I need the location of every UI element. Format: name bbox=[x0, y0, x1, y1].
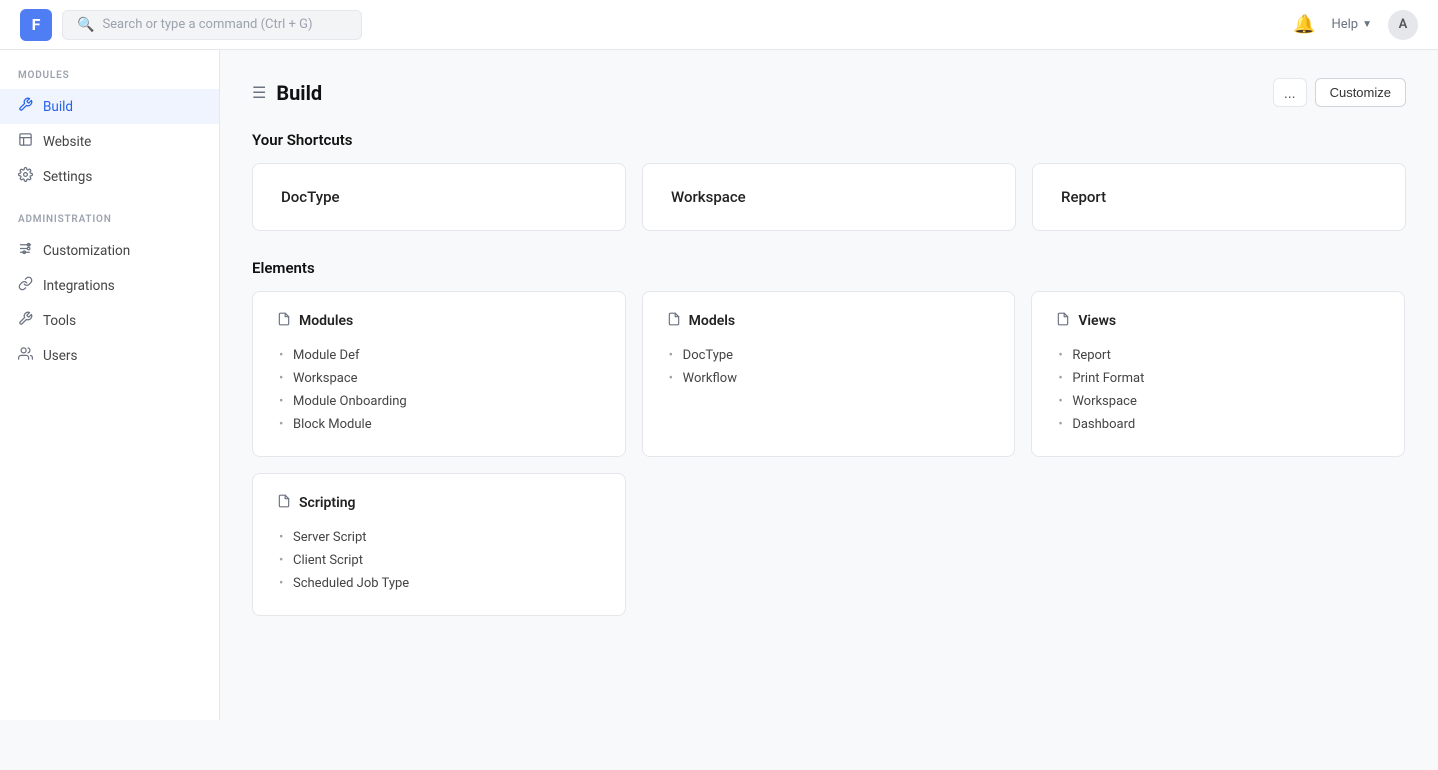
list-item[interactable]: DocType bbox=[667, 344, 991, 367]
administration-group: ADMINISTRATION Customization Integration… bbox=[0, 214, 219, 373]
sidebar-item-integrations-label: Integrations bbox=[43, 278, 115, 294]
notification-bell-icon[interactable]: 🔔 bbox=[1293, 14, 1315, 35]
modules-card-icon bbox=[277, 312, 291, 330]
list-item[interactable]: Workspace bbox=[277, 367, 601, 390]
sidebar-item-customization[interactable]: Customization bbox=[0, 233, 219, 268]
shortcut-report[interactable]: Report bbox=[1032, 163, 1406, 231]
integrations-icon bbox=[18, 276, 33, 295]
shortcut-workspace[interactable]: Workspace bbox=[642, 163, 1016, 231]
topnav-left: F 🔍 Search or type a command (Ctrl + G) bbox=[20, 9, 362, 41]
sidebar-item-website-label: Website bbox=[43, 134, 91, 150]
list-item[interactable]: Block Module bbox=[277, 413, 601, 436]
sidebar-item-build[interactable]: Build bbox=[0, 89, 219, 124]
modules-list: Module Def Workspace Module Onboarding B… bbox=[277, 344, 601, 436]
customization-icon bbox=[18, 241, 33, 260]
settings-icon bbox=[18, 167, 33, 186]
search-icon: 🔍 bbox=[77, 17, 94, 33]
help-button[interactable]: Help ▼ bbox=[1331, 17, 1372, 32]
sidebar: MODULES Build Website bbox=[0, 50, 220, 720]
modules-group: MODULES Build Website bbox=[0, 70, 219, 194]
sidebar-item-build-label: Build bbox=[43, 99, 73, 115]
list-item[interactable]: Server Script bbox=[277, 526, 601, 549]
views-card-icon bbox=[1056, 312, 1070, 330]
sidebar-item-settings[interactable]: Settings bbox=[0, 159, 219, 194]
users-icon bbox=[18, 346, 33, 365]
list-item[interactable]: Report bbox=[1056, 344, 1380, 367]
hamburger-icon[interactable]: ☰ bbox=[252, 83, 266, 102]
scripting-card-icon bbox=[277, 494, 291, 512]
chevron-down-icon: ▼ bbox=[1362, 19, 1372, 30]
page-title-row: ☰ Build bbox=[252, 81, 322, 105]
sidebar-item-integrations[interactable]: Integrations bbox=[0, 268, 219, 303]
sidebar-item-users[interactable]: Users bbox=[0, 338, 219, 373]
sidebar-item-tools-label: Tools bbox=[43, 313, 76, 329]
list-item[interactable]: Dashboard bbox=[1056, 413, 1380, 436]
views-list: Report Print Format Workspace Dashboard bbox=[1056, 344, 1380, 436]
sidebar-item-website[interactable]: Website bbox=[0, 124, 219, 159]
shortcuts-section-title: Your Shortcuts bbox=[252, 131, 1406, 149]
list-item[interactable]: Scheduled Job Type bbox=[277, 572, 601, 595]
search-placeholder-text: Search or type a command (Ctrl + G) bbox=[102, 17, 312, 32]
element-card-models[interactable]: Models DocType Workflow bbox=[642, 291, 1016, 457]
list-item[interactable]: Module Onboarding bbox=[277, 390, 601, 413]
app-logo[interactable]: F bbox=[20, 9, 52, 41]
top-nav: F 🔍 Search or type a command (Ctrl + G) … bbox=[0, 0, 1438, 50]
sidebar-item-tools[interactable]: Tools bbox=[0, 303, 219, 338]
layout: MODULES Build Website bbox=[0, 50, 1438, 720]
shortcut-doctype[interactable]: DocType bbox=[252, 163, 626, 231]
tools-icon bbox=[18, 311, 33, 330]
list-item[interactable]: Module Def bbox=[277, 344, 601, 367]
models-list: DocType Workflow bbox=[667, 344, 991, 390]
element-card-modules[interactable]: Modules Module Def Workspace Module Onbo… bbox=[252, 291, 626, 457]
list-item[interactable]: Print Format bbox=[1056, 367, 1380, 390]
models-card-icon bbox=[667, 312, 681, 330]
page-title: Build bbox=[276, 81, 322, 105]
customize-button[interactable]: Customize bbox=[1315, 78, 1406, 107]
shortcuts-grid: DocType Workspace Report bbox=[252, 163, 1406, 231]
topnav-right: 🔔 Help ▼ A bbox=[1293, 10, 1418, 40]
website-icon bbox=[18, 132, 33, 151]
avatar[interactable]: A bbox=[1388, 10, 1418, 40]
main-content: ☰ Build ... Customize Your Shortcuts Doc… bbox=[220, 50, 1438, 720]
sidebar-item-customization-label: Customization bbox=[43, 243, 130, 259]
search-bar[interactable]: 🔍 Search or type a command (Ctrl + G) bbox=[62, 10, 362, 40]
list-item[interactable]: Client Script bbox=[277, 549, 601, 572]
element-card-views[interactable]: Views Report Print Format Workspace Dash… bbox=[1031, 291, 1405, 457]
sidebar-item-settings-label: Settings bbox=[43, 169, 92, 185]
elements-grid: Modules Module Def Workspace Module Onbo… bbox=[252, 291, 1406, 616]
page-header: ☰ Build ... Customize bbox=[252, 78, 1406, 107]
sidebar-item-users-label: Users bbox=[43, 348, 77, 364]
more-options-button[interactable]: ... bbox=[1273, 78, 1307, 107]
header-actions: ... Customize bbox=[1273, 78, 1406, 107]
elements-section-title: Elements bbox=[252, 259, 1406, 277]
list-item[interactable]: Workflow bbox=[667, 367, 991, 390]
scripting-list: Server Script Client Script Scheduled Jo… bbox=[277, 526, 601, 595]
build-icon bbox=[18, 97, 33, 116]
administration-section-label: ADMINISTRATION bbox=[0, 214, 219, 233]
element-card-scripting[interactable]: Scripting Server Script Client Script Sc… bbox=[252, 473, 626, 616]
modules-section-label: MODULES bbox=[0, 70, 219, 89]
list-item[interactable]: Workspace bbox=[1056, 390, 1380, 413]
